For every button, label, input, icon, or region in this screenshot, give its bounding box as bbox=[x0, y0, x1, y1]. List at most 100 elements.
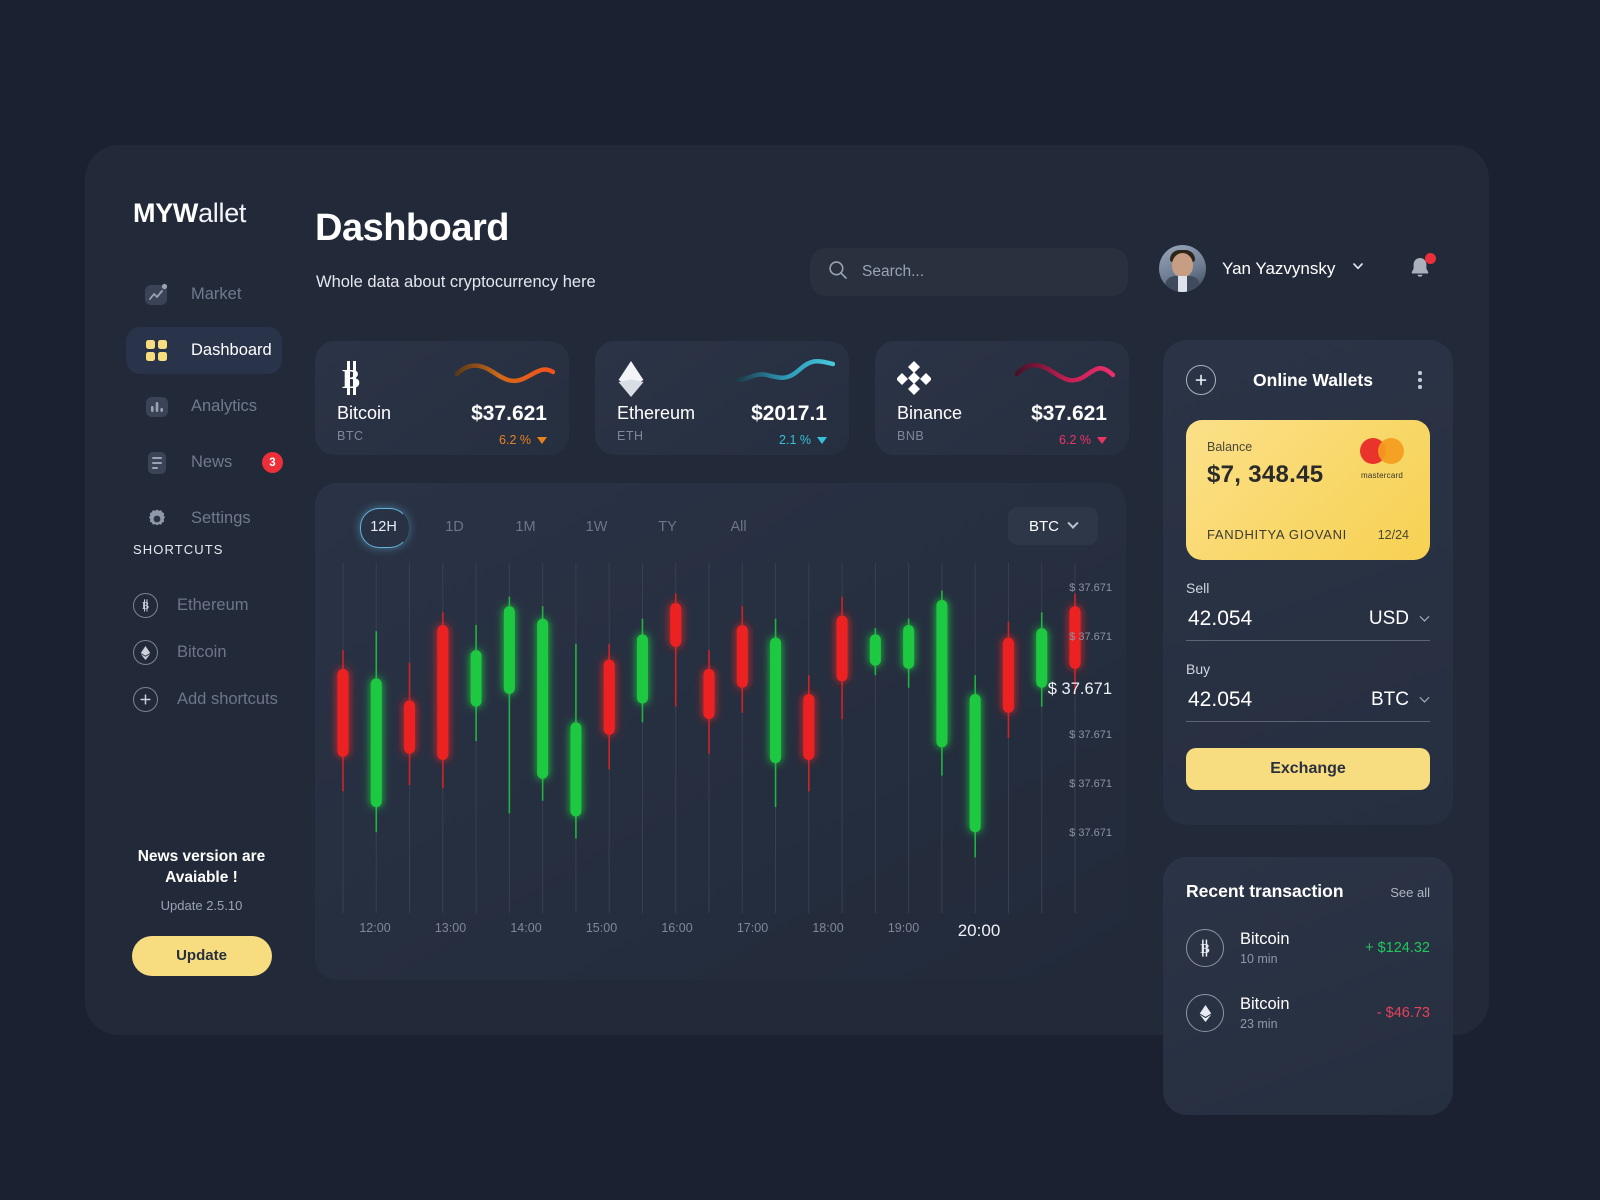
shortcut-item-add[interactable]: Add shortcuts bbox=[133, 676, 278, 723]
coin-card-ethereum[interactable]: Ethereum ETH $2017.1 2.1 % bbox=[595, 341, 849, 455]
time-range-1d[interactable]: 1D bbox=[419, 508, 490, 546]
x-axis-label: 16:00 bbox=[661, 921, 693, 935]
shortcut-item-ethereum[interactable]: B Ethereum bbox=[133, 582, 278, 629]
coin-name: Ethereum bbox=[617, 403, 696, 423]
time-range-1m[interactable]: 1M bbox=[490, 508, 561, 546]
svg-text:B: B bbox=[1200, 942, 1209, 957]
x-axis-label: 19:00 bbox=[887, 921, 920, 935]
candle-body bbox=[703, 668, 715, 720]
wallets-title: Online Wallets bbox=[1253, 369, 1373, 390]
y-axis-label: $ 37.671 bbox=[1069, 778, 1112, 790]
gear-icon bbox=[145, 507, 169, 531]
update-button[interactable]: Update bbox=[131, 935, 272, 976]
coin-change: 2.1 % bbox=[779, 433, 827, 447]
candle-body bbox=[969, 694, 981, 833]
time-range-1w[interactable]: 1W bbox=[561, 508, 632, 546]
coin-change-value: 2.1 % bbox=[779, 433, 811, 447]
sidebar-item-label: Market bbox=[191, 285, 242, 303]
notifications-button[interactable] bbox=[1405, 253, 1437, 285]
grid-icon bbox=[145, 339, 169, 363]
search-box[interactable] bbox=[810, 248, 1128, 296]
user-menu[interactable]: Yan Yazvynsky bbox=[1159, 245, 1365, 292]
coin-ticker: BNB bbox=[897, 429, 925, 443]
coin-cards: B Bitcoin BTC $37.621 6.2 % Ethereum ETH… bbox=[315, 341, 1129, 455]
coin-card-bitcoin[interactable]: B Bitcoin BTC $37.621 6.2 % bbox=[315, 341, 569, 455]
bitcoin-icon: B bbox=[1186, 929, 1224, 967]
bitcoin-icon: B bbox=[337, 361, 367, 400]
x-axis-label: 17:00 bbox=[736, 921, 769, 935]
shortcut-item-bitcoin[interactable]: Bitcoin bbox=[133, 629, 278, 676]
card-holder-name: FANDHITYA GIOVANI bbox=[1207, 527, 1347, 542]
symbol-label: BTC bbox=[1029, 517, 1059, 535]
see-all-link[interactable]: See all bbox=[1390, 885, 1430, 900]
symbol-selector[interactable]: BTC bbox=[1008, 507, 1098, 545]
x-axis-label: 20:00 bbox=[957, 921, 1001, 940]
sidebar-item-settings[interactable]: Settings bbox=[126, 495, 286, 542]
candle-body bbox=[936, 599, 948, 748]
exchange-button[interactable]: Exchange bbox=[1186, 748, 1430, 790]
search-input[interactable] bbox=[862, 263, 1110, 281]
notification-dot bbox=[1425, 253, 1436, 264]
coin-change-value: 6.2 % bbox=[1059, 433, 1091, 447]
buy-field: Buy BTC bbox=[1186, 661, 1430, 722]
y-axis-label: $ 37.671 bbox=[1069, 729, 1112, 741]
kebab-menu-icon[interactable] bbox=[1410, 371, 1430, 389]
candle-body bbox=[770, 637, 782, 764]
search-icon bbox=[828, 260, 848, 285]
wallets-header: Online Wallets bbox=[1186, 362, 1430, 398]
sell-input[interactable] bbox=[1188, 607, 1318, 631]
x-axis-label: 13:00 bbox=[434, 921, 467, 935]
y-axis-label: $ 37.671 bbox=[1047, 680, 1112, 698]
chevron-down-icon bbox=[1419, 692, 1430, 703]
add-wallet-button[interactable] bbox=[1186, 365, 1216, 395]
coin-card-binance[interactable]: Binance BNB $37.621 6.2 % bbox=[875, 341, 1129, 455]
news-update-box: News version are Avaiable ! Update 2.5.1… bbox=[99, 847, 304, 976]
y-axis-label: $ 37.671 bbox=[1069, 631, 1112, 643]
chevron-down-icon bbox=[1067, 517, 1079, 529]
candle-body bbox=[603, 659, 615, 735]
buy-currency-label: BTC bbox=[1371, 689, 1409, 710]
svg-text:B: B bbox=[342, 364, 360, 394]
plus-icon bbox=[133, 687, 158, 712]
transaction-time: 23 min bbox=[1240, 1017, 1278, 1031]
user-name: Yan Yazvynsky bbox=[1222, 258, 1336, 278]
recent-header: Recent transaction See all bbox=[1186, 881, 1430, 902]
sparkline-binance bbox=[1014, 358, 1116, 393]
transaction-row[interactable]: Bitcoin 23 min - $46.73 bbox=[1186, 994, 1430, 1032]
time-range-12h[interactable]: 12H bbox=[348, 508, 419, 548]
time-range-ty[interactable]: TY bbox=[632, 508, 703, 546]
shortcuts-list: B Ethereum Bitcoin Add shortcuts bbox=[133, 582, 278, 723]
sidebar-item-market[interactable]: Market bbox=[126, 271, 286, 318]
news-update-line2: Avaiable ! bbox=[165, 868, 238, 886]
sidebar-item-label: News bbox=[191, 453, 233, 471]
coin-change: 6.2 % bbox=[1059, 433, 1107, 447]
sidebar-item-analytics[interactable]: Analytics bbox=[126, 383, 286, 430]
sidebar: MYWallet Market Dashboard Analytics News… bbox=[85, 145, 315, 1035]
transaction-row[interactable]: B Bitcoin 10 min + $124.32 bbox=[1186, 929, 1430, 967]
coin-price: $37.621 bbox=[1031, 402, 1107, 425]
wallet-card[interactable]: Balance $7, 348.45 mastercard FANDHITYA … bbox=[1186, 420, 1430, 560]
bar-chart-icon bbox=[145, 395, 169, 419]
sidebar-nav: Market Dashboard Analytics News 3 Settin… bbox=[126, 271, 286, 542]
buy-input[interactable] bbox=[1188, 688, 1318, 712]
page-subtitle: Whole data about cryptocurrency here bbox=[316, 273, 596, 291]
transaction-time: 10 min bbox=[1240, 952, 1278, 966]
chevron-down-icon[interactable] bbox=[1351, 259, 1365, 278]
svg-text:B: B bbox=[142, 601, 149, 612]
candle-body bbox=[836, 615, 848, 682]
shortcut-label: Ethereum bbox=[177, 596, 249, 614]
sell-currency-selector[interactable]: USD bbox=[1369, 608, 1430, 630]
candle-body bbox=[570, 722, 582, 817]
x-axis-label: 15:00 bbox=[585, 921, 618, 935]
avatar bbox=[1159, 245, 1206, 292]
ethereum-icon bbox=[617, 361, 645, 402]
candle-body bbox=[537, 618, 549, 779]
buy-currency-selector[interactable]: BTC bbox=[1371, 689, 1430, 711]
sidebar-item-label: Dashboard bbox=[191, 341, 272, 359]
time-range-all[interactable]: All bbox=[703, 508, 774, 546]
sidebar-item-dashboard[interactable]: Dashboard bbox=[126, 327, 282, 374]
news-badge: 3 bbox=[262, 452, 283, 473]
candle-body bbox=[869, 634, 881, 666]
sparkline-bitcoin bbox=[454, 358, 556, 393]
sidebar-item-label: Analytics bbox=[191, 397, 258, 415]
